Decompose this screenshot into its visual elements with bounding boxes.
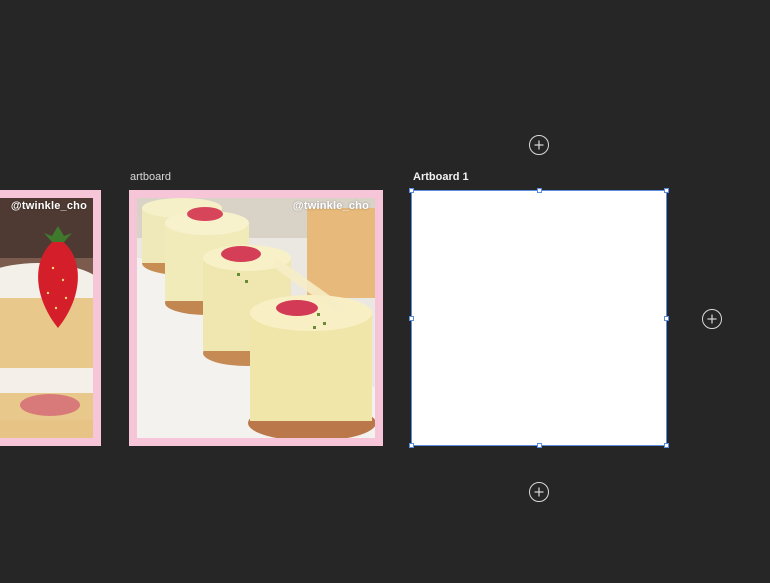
resize-handle-bottom[interactable] [537, 443, 542, 448]
resize-handle-right[interactable] [664, 316, 669, 321]
add-artboard-right-button[interactable] [702, 309, 722, 329]
plus-circle-icon [707, 314, 717, 324]
artboard-dessert[interactable]: @twinkle_cho [129, 190, 383, 446]
artboard-1-selected[interactable] [411, 190, 667, 446]
watermark-text: @twinkle_cho [10, 200, 87, 212]
resize-handle-left[interactable] [409, 316, 414, 321]
resize-handle-bottom-right[interactable] [664, 443, 669, 448]
add-artboard-above-button[interactable] [529, 135, 549, 155]
watermark-text: @twinkle_cho [292, 200, 369, 212]
artboard-label[interactable]: artboard [130, 171, 171, 183]
resize-handle-top-right[interactable] [664, 188, 669, 193]
dessert-image: @twinkle_cho [137, 198, 375, 438]
artboard-strawberry-cake[interactable]: @twinkle_cho [0, 190, 101, 446]
add-artboard-below-button[interactable] [529, 482, 549, 502]
strawberry-cake-image: @twinkle_cho [0, 198, 93, 438]
resize-handle-top-left[interactable] [409, 188, 414, 193]
artboard-label-active[interactable]: Artboard 1 [413, 171, 469, 183]
resize-handle-bottom-left[interactable] [409, 443, 414, 448]
resize-handle-top[interactable] [537, 188, 542, 193]
plus-circle-icon [534, 140, 544, 150]
plus-circle-icon [534, 487, 544, 497]
